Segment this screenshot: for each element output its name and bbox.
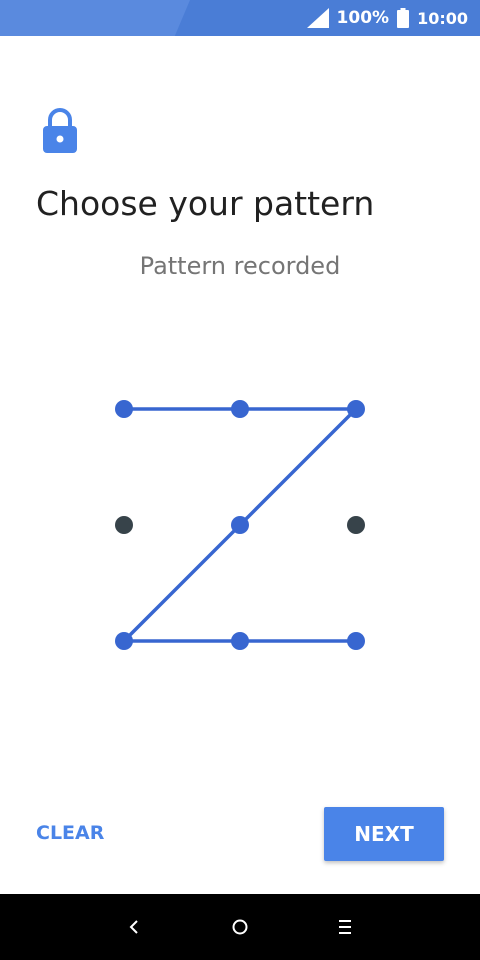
pattern-dot[interactable] — [231, 400, 249, 418]
clock: 10:00 — [417, 8, 468, 28]
next-button[interactable]: NEXT — [324, 807, 444, 861]
recents-icon[interactable] — [330, 912, 360, 942]
battery-percent: 100% — [336, 8, 390, 28]
status-bar-shade — [0, 0, 190, 36]
clear-button[interactable]: CLEAR — [36, 822, 104, 844]
page-title: Choose your pattern — [36, 184, 375, 223]
lock-icon — [43, 108, 77, 153]
status-icons: 100% 10:00 — [306, 0, 468, 36]
status-bar: 100% 10:00 — [0, 0, 480, 36]
battery-icon — [397, 8, 410, 28]
pattern-dot[interactable] — [231, 632, 249, 650]
pattern-dot[interactable] — [347, 632, 365, 650]
navigation-bar — [0, 894, 480, 960]
signal-icon — [306, 8, 329, 28]
home-icon[interactable] — [225, 912, 255, 942]
pattern-dot[interactable] — [115, 400, 133, 418]
pattern-dot[interactable] — [347, 516, 365, 534]
back-icon[interactable] — [119, 912, 149, 942]
pattern-dot[interactable] — [115, 632, 133, 650]
pattern-status: Pattern recorded — [139, 252, 341, 280]
pattern-dot[interactable] — [347, 400, 365, 418]
pattern-dot[interactable] — [231, 516, 249, 534]
pattern-dot[interactable] — [115, 516, 133, 534]
